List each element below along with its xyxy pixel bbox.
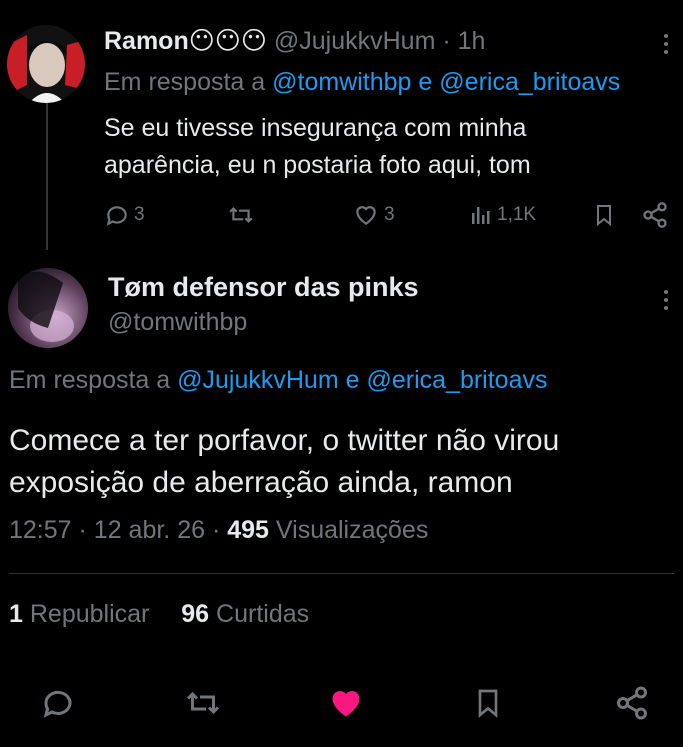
reply-prefix: Em resposta a xyxy=(9,366,171,394)
reply-prefix: Em resposta a xyxy=(104,68,266,96)
reply-tweet-header: Ramon😶😶😶 @JujukkvHum · 1h xyxy=(104,26,485,56)
reply-conjunction: e xyxy=(418,68,433,96)
views-icon xyxy=(472,207,490,224)
reposts-stat[interactable]: 1 Republicar xyxy=(9,600,156,628)
likes-stat[interactable]: 96 Curtidas xyxy=(181,600,309,628)
share-icon xyxy=(617,686,647,720)
thread-connector-line xyxy=(46,100,48,250)
reply-icon xyxy=(43,690,72,718)
like-button[interactable] xyxy=(326,683,366,723)
bookmark-button[interactable] xyxy=(468,683,508,723)
repost-button[interactable] xyxy=(183,683,223,723)
reply-button[interactable]: 3 xyxy=(104,198,145,232)
reply-icon xyxy=(106,206,127,226)
more-icon[interactable] xyxy=(663,34,669,54)
tweet-date[interactable]: 12 abr. 26 xyxy=(94,516,205,544)
views-count: 495 xyxy=(227,516,269,544)
share-button[interactable] xyxy=(641,198,669,232)
repost-icon xyxy=(229,206,253,224)
like-button[interactable]: 3 xyxy=(352,198,395,232)
more-icon[interactable] xyxy=(663,290,669,310)
like-count: 3 xyxy=(384,204,395,225)
share-icon xyxy=(643,202,667,228)
share-button[interactable] xyxy=(612,683,652,723)
likes-count: 96 xyxy=(181,600,210,628)
repost-icon xyxy=(186,691,220,715)
reposts-count: 1 xyxy=(9,600,23,628)
mention-link[interactable]: @erica_britoavs xyxy=(439,68,620,96)
display-name[interactable]: Tøm defensor das pinks xyxy=(108,272,419,303)
separator: · xyxy=(78,516,87,544)
likes-label: Curtidas xyxy=(216,600,310,628)
reply-button[interactable] xyxy=(38,683,78,723)
user-handle[interactable]: @JujukkvHum xyxy=(274,27,436,55)
tweet-text: Se eu tivesse insegurança com minha apar… xyxy=(104,114,531,179)
display-name[interactable]: Ramon😶😶😶 xyxy=(104,27,267,55)
user-handle[interactable]: @tomwithbp xyxy=(108,308,247,337)
tweet-time[interactable]: · 1h xyxy=(442,27,485,55)
tweet-time[interactable]: 12:57 xyxy=(9,516,72,544)
bookmark-icon xyxy=(478,689,498,718)
replying-to: Em resposta a @tomwithbp e @erica_britoa… xyxy=(104,68,620,97)
reply-conjunction: e xyxy=(345,366,360,394)
divider xyxy=(9,573,674,574)
reposts-label: Republicar xyxy=(29,600,150,628)
repost-button[interactable] xyxy=(227,198,255,232)
tweet-text: Comece a ter porfavor, o twitter não vir… xyxy=(9,424,560,499)
views-count: 1,1K xyxy=(497,204,537,225)
bookmark-button[interactable] xyxy=(592,198,616,232)
views-button[interactable]: 1,1K xyxy=(469,198,536,232)
engagement-stats: 1 Republicar 96 Curtidas xyxy=(9,600,309,629)
views-label: Visualizações xyxy=(275,516,429,544)
bookmark-icon xyxy=(597,205,611,227)
replying-to: Em resposta a @JujukkvHum e @erica_brito… xyxy=(9,366,548,395)
reply-count: 3 xyxy=(134,204,145,225)
mention-link[interactable]: @erica_britoavs xyxy=(366,366,547,394)
avatar-tom[interactable] xyxy=(8,268,88,348)
avatar-ramon[interactable] xyxy=(7,25,85,103)
mention-link[interactable]: @JujukkvHum xyxy=(177,366,339,394)
heart-icon xyxy=(356,206,376,225)
heart-icon xyxy=(332,691,360,717)
tweet-meta: 12:57 · 12 abr. 26 · 495 Visualizações xyxy=(9,516,428,545)
mention-link[interactable]: @tomwithbp xyxy=(272,68,411,96)
separator: · xyxy=(211,516,221,544)
